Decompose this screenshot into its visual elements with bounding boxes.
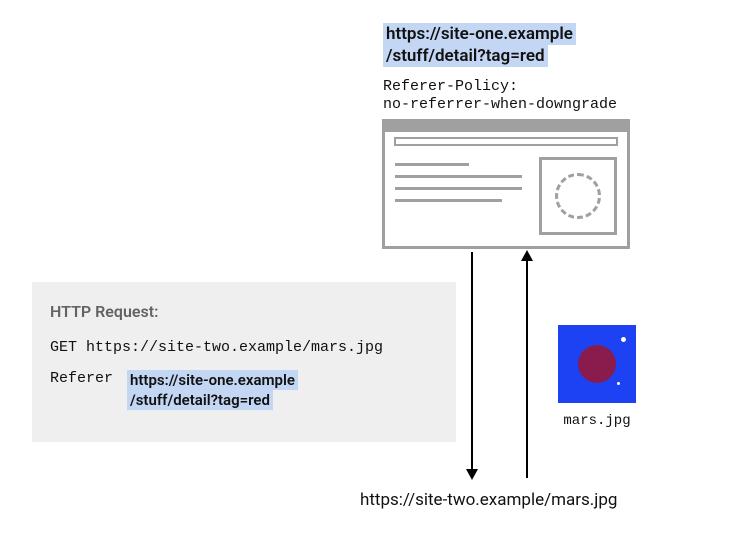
referer-policy-label: Referer-Policy: bbox=[383, 78, 518, 95]
text-line bbox=[395, 199, 502, 202]
placeholder-circle-icon bbox=[555, 173, 601, 219]
resource-url: https://site-two.example/mars.jpg bbox=[360, 490, 617, 510]
browser-urlbar bbox=[394, 137, 618, 146]
http-request-title: HTTP Request: bbox=[50, 302, 438, 321]
referer-label: Referer bbox=[50, 370, 113, 387]
referer-policy-value: no-referrer-when-downgrade bbox=[383, 96, 617, 113]
image-thumbnail: mars.jpg bbox=[558, 325, 636, 429]
request-arrow-down-icon bbox=[471, 252, 473, 478]
text-line bbox=[395, 175, 522, 178]
page-url-line1: https://site-one.example bbox=[383, 23, 576, 45]
image-filename: mars.jpg bbox=[558, 413, 636, 429]
text-line bbox=[395, 163, 469, 166]
text-lines bbox=[395, 157, 529, 235]
mars-image-icon bbox=[558, 325, 636, 403]
browser-window bbox=[382, 119, 630, 249]
http-request-get-line: GET https://site-two.example/mars.jpg bbox=[50, 339, 438, 356]
browser-content bbox=[385, 151, 627, 245]
referer-value-line2: /stuff/detail?tag=red bbox=[127, 390, 273, 410]
image-placeholder bbox=[539, 157, 617, 235]
page-url-line2: /stuff/detail?tag=red bbox=[383, 45, 548, 67]
http-request-referer: Referer https://site-one.example /stuff/… bbox=[50, 370, 438, 411]
response-arrow-up-icon bbox=[526, 252, 528, 478]
page-url: https://site-one.example /stuff/detail?t… bbox=[383, 23, 576, 67]
referer-policy: Referer-Policy: no-referrer-when-downgra… bbox=[383, 78, 617, 114]
http-request-panel: HTTP Request: GET https://site-two.examp… bbox=[32, 282, 456, 442]
browser-titlebar bbox=[385, 122, 627, 132]
referer-value-line1: https://site-one.example bbox=[127, 370, 298, 390]
text-line bbox=[395, 187, 522, 190]
